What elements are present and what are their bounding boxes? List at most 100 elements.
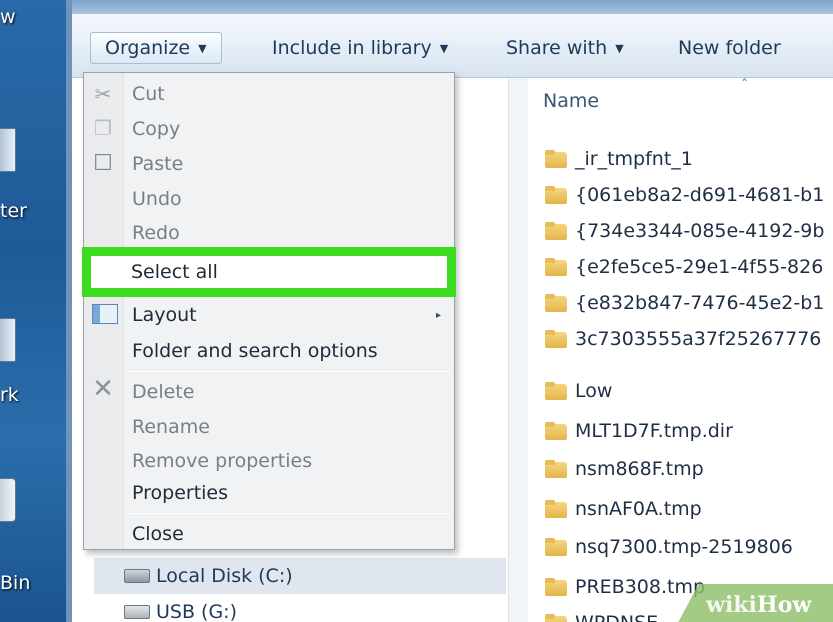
nav-item-label: USB (G:) <box>156 601 237 622</box>
menu-item-paste[interactable]: Paste <box>132 149 183 179</box>
menu-item-label: Layout <box>132 304 197 326</box>
menu-item-delete[interactable]: Delete <box>132 377 194 407</box>
menu-item-select-all[interactable]: Select all <box>131 257 218 287</box>
folder-icon <box>545 578 567 596</box>
file-row[interactable]: nsnAF0A.tmp <box>545 492 702 526</box>
menu-item-label: Properties <box>132 482 229 504</box>
scissors-icon: ✂ <box>94 82 112 106</box>
file-name: {e2fe5ce5-29e1-4f55-826 <box>575 256 824 278</box>
menu-item-cut[interactable]: Cut <box>132 79 165 109</box>
menu-separator <box>128 513 450 514</box>
share-with-button[interactable]: Share with ▼ <box>492 32 638 64</box>
folder-icon <box>545 500 567 518</box>
file-row[interactable]: MLT1D7F.tmp.dir <box>545 414 733 448</box>
folder-icon <box>545 330 567 348</box>
menu-item-copy[interactable]: Copy <box>132 114 180 144</box>
menu-item-label: Copy <box>132 118 181 140</box>
menu-item-label: Select all <box>131 261 218 283</box>
file-name: nsq7300.tmp-2519806 <box>575 536 793 558</box>
include-in-library-label: Include in library <box>272 37 432 59</box>
watermark-logo: wikiHow <box>706 592 811 618</box>
file-row[interactable]: {e832b847-7476-45e2-b1 <box>545 286 824 320</box>
watermark-wiki: wiki <box>706 592 757 618</box>
usb-drive-icon <box>124 605 150 619</box>
desktop-label: ter <box>0 200 27 222</box>
folder-icon <box>545 614 567 622</box>
sort-caret-icon: ˆ <box>741 78 748 94</box>
file-list: ˆ Name _ir_tmpfnt_1 {061eb8a2-d691-4681-… <box>528 78 833 622</box>
file-name: {734e3344-085e-4192-9b <box>575 220 825 242</box>
file-name: 3c7303555a37f25267776 <box>575 328 822 350</box>
file-row[interactable]: nsq7300.tmp-2519806 <box>545 530 793 564</box>
submenu-arrow-icon: ▸ <box>436 310 442 321</box>
organize-button[interactable]: Organize ▼ <box>90 32 222 64</box>
file-row[interactable]: WPDNSE <box>545 606 658 622</box>
menu-item-layout[interactable]: Layout <box>132 300 197 330</box>
folder-icon <box>545 294 567 312</box>
copy-icon: ❐ <box>94 116 112 140</box>
file-name: nsnAF0A.tmp <box>575 498 702 520</box>
computer-icon[interactable] <box>0 128 16 172</box>
command-bar: Organize ▼ Include in library ▼ Share wi… <box>72 14 833 78</box>
file-name: {061eb8a2-d691-4681-b1 <box>575 184 825 206</box>
folder-icon <box>545 538 567 556</box>
file-row[interactable]: PREB308.tmp <box>545 570 705 604</box>
file-row[interactable]: Low <box>545 374 612 408</box>
folder-icon <box>545 382 567 400</box>
layout-icon <box>92 304 118 324</box>
watermark-how: How <box>756 592 812 618</box>
nav-item-local-disk[interactable]: Local Disk (C:) <box>94 558 506 594</box>
folder-icon <box>545 460 567 478</box>
file-name: WPDNSE <box>575 612 658 622</box>
file-row[interactable]: {e2fe5ce5-29e1-4f55-826 <box>545 250 823 284</box>
organize-menu: ✂ Cut ❐ Copy ☐ Paste Undo Redo Layout ▸ … <box>83 72 455 550</box>
nav-item-usb[interactable]: USB (G:) <box>94 594 506 622</box>
file-name: MLT1D7F.tmp.dir <box>575 420 733 442</box>
network-icon[interactable] <box>0 318 16 362</box>
folder-icon <box>545 422 567 440</box>
file-row[interactable]: {734e3344-085e-4192-9b <box>545 214 824 248</box>
recycle-bin-icon[interactable] <box>0 478 16 522</box>
menu-item-close[interactable]: Close <box>132 519 184 549</box>
local-disk-icon <box>124 569 150 583</box>
dropdown-caret-icon: ▼ <box>198 41 207 55</box>
organize-label: Organize <box>105 37 191 59</box>
menu-item-label: Rename <box>132 416 210 438</box>
file-row[interactable]: _ir_tmpfnt_1 <box>545 142 693 176</box>
nav-item-label: Local Disk (C:) <box>156 565 293 587</box>
menu-item-properties[interactable]: Properties <box>132 478 228 508</box>
folder-icon <box>545 186 567 204</box>
paste-icon: ☐ <box>93 150 113 176</box>
column-header-name[interactable]: Name <box>543 90 599 112</box>
menu-item-folder-options[interactable]: Folder and search options <box>132 336 378 366</box>
folder-icon <box>545 150 567 168</box>
dropdown-caret-icon: ▼ <box>439 41 449 55</box>
menu-item-rename[interactable]: Rename <box>132 412 210 442</box>
menu-item-remove-properties[interactable]: Remove properties <box>132 446 312 476</box>
file-row[interactable]: nsm868F.tmp <box>545 452 704 486</box>
file-name: _ir_tmpfnt_1 <box>575 148 693 170</box>
menu-item-label: Paste <box>132 153 184 175</box>
menu-item-redo[interactable]: Redo <box>132 218 180 248</box>
menu-item-label: Close <box>132 523 184 545</box>
menu-separator <box>128 371 450 372</box>
menu-item-label: Redo <box>132 222 180 244</box>
file-row[interactable]: {061eb8a2-d691-4681-b1 <box>545 178 824 212</box>
share-with-label: Share with <box>506 37 608 59</box>
file-row[interactable]: 3c7303555a37f25267776 <box>545 322 821 356</box>
desktop-strip: w ter rk Bin <box>0 0 66 622</box>
desktop-label: w <box>0 6 16 28</box>
file-name: nsm868F.tmp <box>575 458 704 480</box>
new-folder-button[interactable]: New folder <box>664 32 795 64</box>
file-name: Low <box>575 380 613 402</box>
menu-item-label: Cut <box>132 83 165 105</box>
file-name: {e832b847-7476-45e2-b1 <box>575 292 825 314</box>
include-in-library-button[interactable]: Include in library ▼ <box>258 32 462 64</box>
pane-scrollbar[interactable] <box>508 78 528 622</box>
delete-x-icon: ✕ <box>92 374 114 404</box>
window-frame <box>72 0 833 14</box>
menu-item-undo[interactable]: Undo <box>132 184 182 214</box>
menu-item-label: Delete <box>132 381 195 403</box>
dropdown-caret-icon: ▼ <box>615 41 624 55</box>
menu-item-label: Undo <box>132 188 182 210</box>
